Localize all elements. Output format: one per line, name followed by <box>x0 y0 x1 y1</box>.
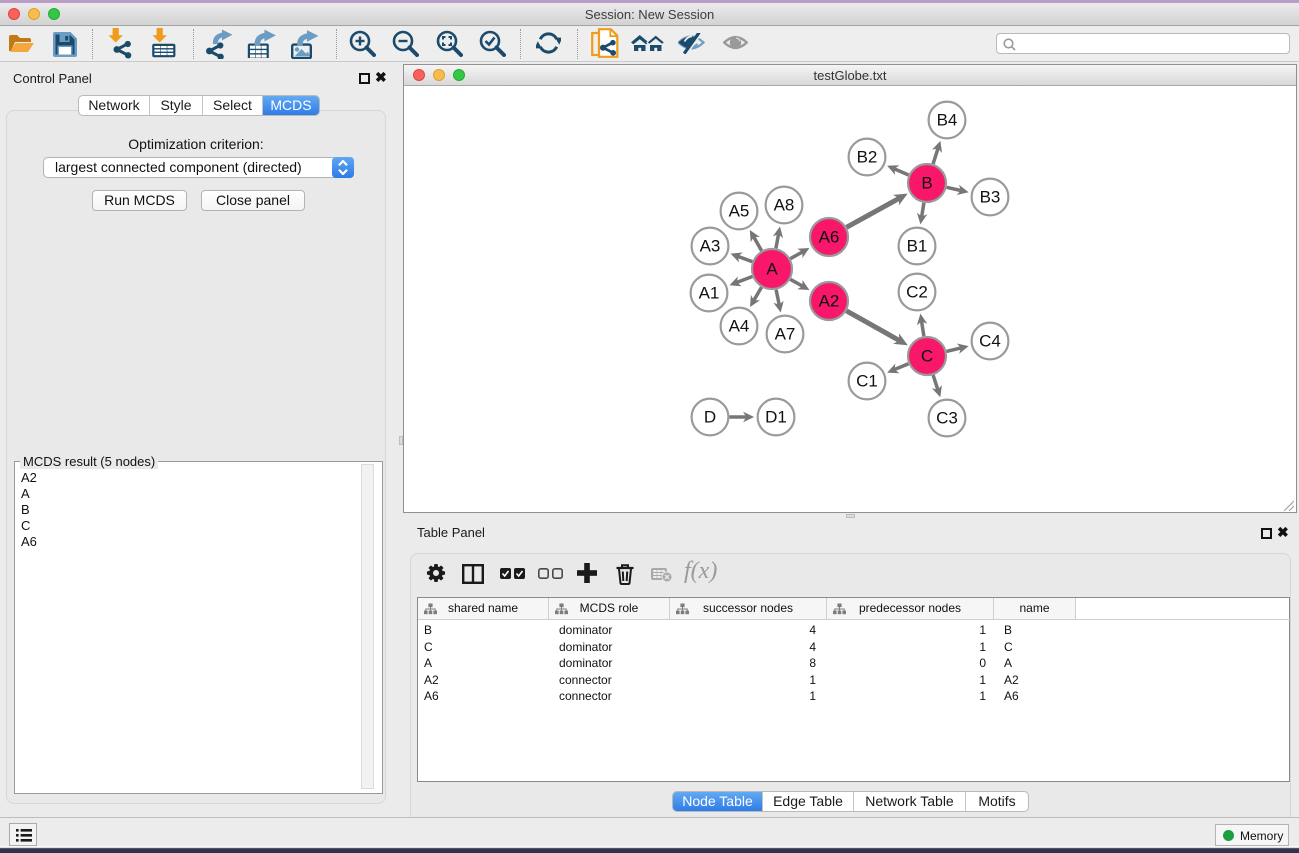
svg-text:B3: B3 <box>980 188 1001 207</box>
svg-text:C2: C2 <box>906 283 928 302</box>
svg-text:B2: B2 <box>857 148 878 167</box>
svg-text:B: B <box>921 174 932 193</box>
svg-text:B1: B1 <box>907 237 928 256</box>
svg-text:A5: A5 <box>729 202 750 221</box>
svg-text:A2: A2 <box>819 292 840 311</box>
svg-text:A6: A6 <box>819 228 840 247</box>
svg-text:D1: D1 <box>765 408 787 427</box>
svg-text:A: A <box>766 260 778 279</box>
svg-text:C: C <box>921 347 933 366</box>
svg-text:D: D <box>704 408 716 427</box>
svg-text:A4: A4 <box>729 317 750 336</box>
svg-text:C3: C3 <box>936 409 958 428</box>
svg-text:B4: B4 <box>937 111 958 130</box>
svg-text:A7: A7 <box>775 325 796 344</box>
svg-text:C1: C1 <box>856 372 878 391</box>
svg-text:A3: A3 <box>700 237 721 256</box>
svg-text:A8: A8 <box>774 196 795 215</box>
svg-text:C4: C4 <box>979 332 1001 351</box>
svg-text:A1: A1 <box>699 284 720 303</box>
